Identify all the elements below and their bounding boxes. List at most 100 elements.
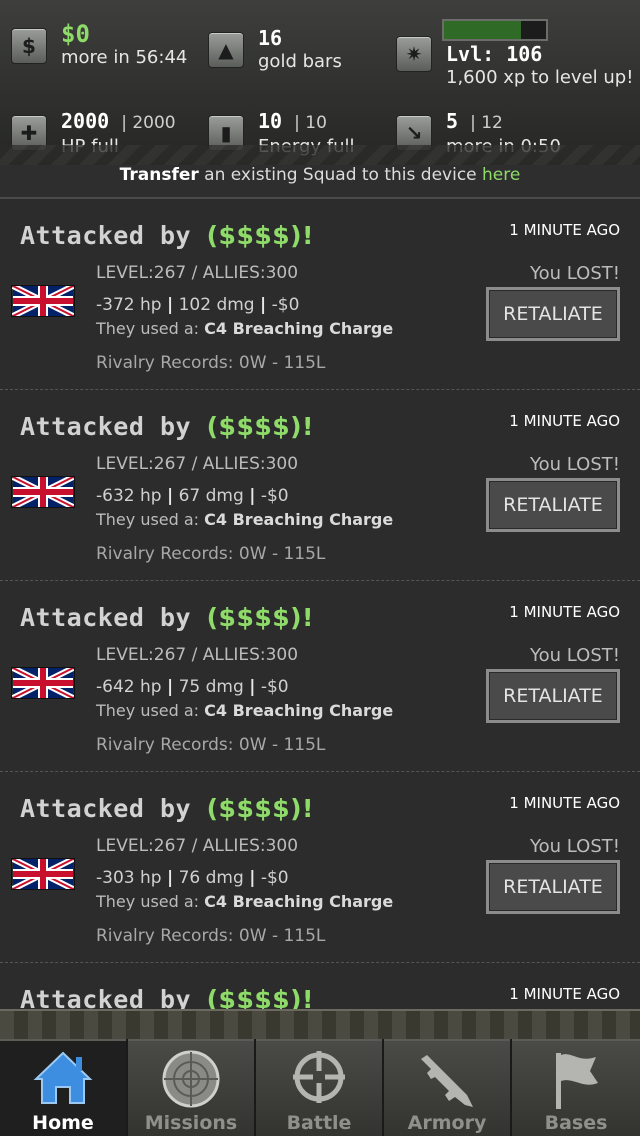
hp-lost: -642 hp	[96, 677, 162, 697]
attack-card: Attacked by ($$$$)! 1 MINUTE AGO LEVEL:2…	[0, 581, 640, 772]
decorative-divider	[0, 1009, 640, 1043]
battle-result: You LOST!	[530, 645, 620, 666]
tab-bases[interactable]: Bases	[512, 1039, 640, 1136]
used-label: They used a:	[96, 319, 205, 338]
battle-result: You LOST!	[530, 263, 620, 284]
uk-flag-icon	[11, 667, 75, 699]
rivalry-records: Rivalry Records: 0W - 115L	[96, 926, 326, 946]
attacker-name[interactable]: ($$$$)!	[207, 794, 314, 823]
money-lost: -$0	[260, 486, 289, 506]
money-value: $0	[61, 20, 90, 48]
energy-value: 10	[258, 109, 283, 133]
attacker-name[interactable]: ($$$$)!	[207, 221, 314, 250]
attack-time: 1 MINUTE AGO	[509, 985, 620, 1003]
attacker-level: LEVEL:267 / ALLIES:300	[96, 454, 299, 474]
attacker-level: LEVEL:267 / ALLIES:300	[96, 836, 299, 856]
used-item: C4 Breaching Charge	[204, 510, 394, 529]
hp-stat[interactable]: ✚ 2000 | 2000 HP full	[11, 109, 176, 159]
energy-max: | 10	[294, 113, 327, 133]
radar-icon	[162, 1050, 220, 1108]
tab-bar: Home Missions Battle Armory Bases	[0, 1039, 640, 1136]
tab-armory[interactable]: Armory	[384, 1039, 510, 1136]
status-header: $ $0 more in 56:44 ▲ 16 gold bars ✷ Lvl:…	[0, 0, 640, 165]
stamina-stat[interactable]: ↘ 5 | 12 more in 0:50	[396, 109, 561, 159]
attack-card: Attacked by ($$$$)! 1 MINUTE AGO LEVEL:2…	[0, 390, 640, 581]
attack-title: Attacked by	[20, 985, 207, 1009]
battle-damage: -632 hp | 67 dmg | -$0	[96, 486, 289, 506]
tab-missions[interactable]: Missions	[128, 1039, 254, 1136]
money-lost: -$0	[260, 677, 289, 697]
gold-value: 16	[258, 26, 283, 50]
attack-card: Attacked by ($$$$)! 1 MINUTE AGO LEVEL:2…	[0, 199, 640, 390]
attacker-name[interactable]: ($$$$)!	[207, 603, 314, 632]
attacker-level: LEVEL:267 / ALLIES:300	[96, 263, 299, 283]
rivalry-records: Rivalry Records: 0W - 115L	[96, 735, 326, 755]
hp-lost: -632 hp	[96, 486, 162, 506]
attack-time: 1 MINUTE AGO	[509, 412, 620, 430]
hp-lost: -372 hp	[96, 295, 162, 315]
attack-time: 1 MINUTE AGO	[509, 221, 620, 239]
money-timer: more in 56:44	[61, 47, 188, 68]
health-cross-icon: ✚	[11, 115, 47, 151]
flag-icon	[556, 1053, 598, 1109]
rivalry-records: Rivalry Records: 0W - 115L	[96, 353, 326, 373]
transfer-banner: Transfer an existing Squad to this devic…	[0, 165, 640, 199]
gold-bars-icon: ▲	[208, 32, 244, 68]
money-icon: $	[11, 28, 47, 64]
used-item: C4 Breaching Charge	[204, 701, 394, 720]
attack-title: Attacked by	[20, 412, 207, 441]
used-label: They used a:	[96, 701, 205, 720]
retaliate-button[interactable]: RETALIATE	[486, 860, 620, 914]
retaliate-button[interactable]: RETALIATE	[486, 478, 620, 532]
level-star-icon: ✷	[396, 36, 432, 72]
battle-damage: -642 hp | 75 dmg | -$0	[96, 677, 289, 697]
battle-result: You LOST!	[530, 836, 620, 857]
battle-damage: -372 hp | 102 dmg | -$0	[96, 295, 300, 315]
tab-label: Home	[32, 1112, 94, 1134]
gold-stat[interactable]: ▲ 16 gold bars	[208, 26, 342, 74]
attacker-name[interactable]: ($$$$)!	[207, 985, 314, 1009]
hp-max: | 2000	[121, 113, 176, 133]
damage-dealt: 76 dmg	[178, 868, 244, 888]
damage-dealt: 75 dmg	[178, 677, 244, 697]
money-stat[interactable]: $ $0 more in 56:44	[11, 22, 187, 70]
retaliate-button[interactable]: RETALIATE	[486, 669, 620, 723]
transfer-bold: Transfer	[119, 165, 199, 185]
gold-label: gold bars	[258, 51, 342, 72]
energy-status: Energy full	[258, 136, 355, 157]
home-icon	[33, 1051, 93, 1104]
rivalry-records: Rivalry Records: 0W - 115L	[96, 544, 326, 564]
level-value: Lvl: 106	[446, 42, 543, 66]
hp-status: HP full	[61, 136, 119, 157]
crosshair-icon	[293, 1051, 345, 1103]
stamina-icon: ↘	[396, 115, 432, 151]
battle-damage: -303 hp | 76 dmg | -$0	[96, 868, 289, 888]
attack-title: Attacked by	[20, 603, 207, 632]
stamina-max: | 12	[470, 113, 503, 133]
tab-home[interactable]: Home	[0, 1039, 126, 1136]
level-stat[interactable]: ✷ Lvl: 106 1,600 xp to level up!	[396, 30, 633, 90]
hp-lost: -303 hp	[96, 868, 162, 888]
attacker-level: LEVEL:267 / ALLIES:300	[96, 645, 299, 665]
tab-battle[interactable]: Battle	[256, 1039, 382, 1136]
attack-time: 1 MINUTE AGO	[509, 603, 620, 621]
money-lost: -$0	[260, 868, 289, 888]
hp-value: 2000	[61, 109, 110, 133]
damage-dealt: 67 dmg	[178, 486, 244, 506]
tab-label: Bases	[544, 1112, 608, 1134]
attack-title: Attacked by	[20, 221, 207, 250]
energy-stat[interactable]: ▮ 10 | 10 Energy full	[208, 109, 355, 159]
damage-dealt: 102 dmg	[178, 295, 255, 315]
uk-flag-icon	[11, 285, 75, 317]
transfer-text: an existing Squad to this device	[198, 165, 483, 185]
attack-feed[interactable]: Attacked by ($$$$)! 1 MINUTE AGO LEVEL:2…	[0, 199, 640, 1009]
attack-title: Attacked by	[20, 794, 207, 823]
attacker-name[interactable]: ($$$$)!	[207, 412, 314, 441]
retaliate-button[interactable]: RETALIATE	[486, 287, 620, 341]
used-item: C4 Breaching Charge	[204, 319, 394, 338]
tab-label: Armory	[407, 1112, 487, 1134]
transfer-here-link[interactable]: here	[482, 165, 520, 185]
used-label: They used a:	[96, 510, 205, 529]
rifle-icon	[421, 1055, 473, 1107]
attack-card: Attacked by ($$$$)! 1 MINUTE AGO	[0, 963, 640, 1009]
